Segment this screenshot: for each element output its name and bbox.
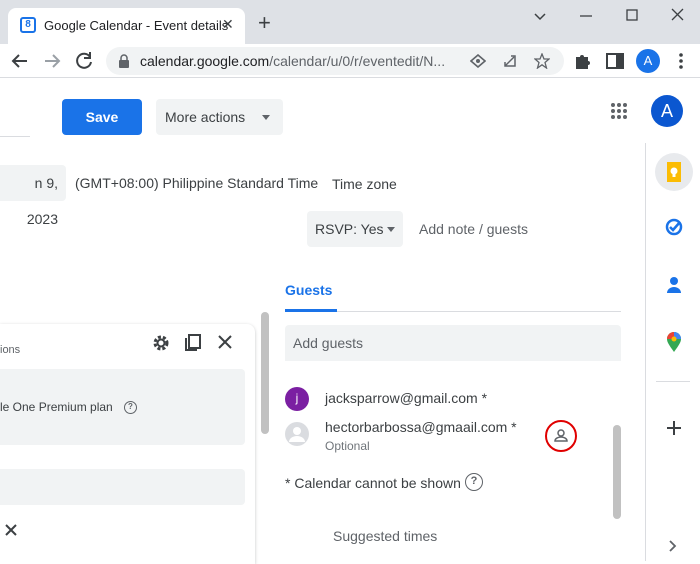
tab-title: Google Calendar - Event details [44,18,229,33]
apps-grid-icon[interactable] [610,102,628,120]
keep-icon [667,162,681,182]
tab-active-indicator [285,309,337,312]
more-actions-button[interactable]: More actions [156,99,283,135]
copy-icon[interactable] [183,332,203,352]
contacts-icon[interactable] [665,275,683,295]
guests-scrollbar[interactable] [613,425,621,519]
add-icon[interactable] [665,419,683,437]
minimize-icon[interactable] [574,6,598,26]
timezone-button[interactable]: Time zone [332,176,397,192]
settings-gear-icon[interactable] [151,333,171,353]
lock-icon[interactable] [118,54,130,68]
header-divider [0,136,30,137]
maximize-icon[interactable] [620,6,644,26]
add-note-button[interactable]: Add note / guests [419,221,528,237]
close-icon[interactable] [4,523,18,537]
guest-email: hectorbarbossa@gmaail.com * [325,419,517,435]
install-app-icon[interactable] [470,54,486,68]
rsvp-label: RSVP: Yes [315,221,384,237]
tab-guests[interactable]: Guests [285,282,332,298]
forward-icon[interactable] [40,49,64,73]
keep-button[interactable] [655,153,693,191]
more-actions-label: More actions [165,109,246,125]
rsvp-dropdown[interactable]: RSVP: Yes [307,211,403,247]
add-guests-input[interactable]: Add guests [285,325,621,361]
guest-avatar-placeholder-icon [285,422,309,446]
browser-tab[interactable]: 8 Google Calendar - Event details ✕ [8,8,245,44]
help-icon[interactable]: ? [124,401,137,414]
chevron-right-icon[interactable] [667,539,679,553]
side-panel-icon[interactable] [604,50,626,72]
timezone-value: (GMT+08:00) Philippine Standard Time [75,175,319,191]
save-button[interactable]: Save [62,99,142,135]
reload-icon[interactable] [72,49,96,73]
left-panel-title: ions [0,344,21,356]
start-date-field[interactable]: n 9, 2023 [0,165,66,227]
account-avatar[interactable]: A [651,95,683,127]
browser-tabstrip: 8 Google Calendar - Event details ✕ + [0,0,700,44]
browser-toolbar: calendar.google.com/calendar/u/0/r/event… [0,44,700,78]
suggested-times-button[interactable]: Suggested times [333,528,437,544]
close-panel-icon[interactable] [216,333,234,351]
url-path: /calendar/u/0/r/eventedit/N... [269,53,446,69]
side-panel [645,143,700,561]
tab-close-icon[interactable]: ✕ [222,16,234,33]
window-close-icon[interactable] [666,6,690,26]
bookmark-star-icon[interactable] [534,53,550,69]
guest-optional-label: Optional [325,439,370,453]
share-icon[interactable] [502,53,518,69]
tab-search-icon[interactable] [528,6,552,26]
side-panel-divider [656,381,690,382]
calendar-favicon-icon: 8 [20,17,36,33]
profile-avatar[interactable]: A [636,49,660,73]
extensions-icon[interactable] [572,50,594,72]
calendar-note: * Calendar cannot be shown [285,475,461,491]
calendar-page: Save More actions A n 9, 2023 (GMT+08:00… [0,79,700,564]
url-text: calendar.google.com/calendar/u/0/r/event… [140,53,445,69]
url-host: calendar.google.com [140,53,270,69]
address-bar[interactable]: calendar.google.com/calendar/u/0/r/event… [106,47,564,75]
help-icon[interactable]: ? [465,473,483,491]
person-icon [554,429,568,442]
back-icon[interactable] [8,49,32,73]
new-tab-icon[interactable]: + [258,12,271,34]
maps-icon[interactable] [665,331,683,353]
guest-email: jacksparrow@gmail.com * [325,390,488,406]
guest-avatar: j [285,387,309,411]
left-panel-block[interactable] [0,469,245,505]
chevron-down-icon [262,115,270,120]
browser-menu-icon[interactable] [670,50,692,72]
plan-text: le One Premium plan [0,400,113,414]
chevron-down-icon [387,227,395,232]
tasks-icon[interactable] [664,217,684,237]
mark-optional-button[interactable] [545,420,577,452]
left-scrollbar[interactable] [261,312,269,434]
